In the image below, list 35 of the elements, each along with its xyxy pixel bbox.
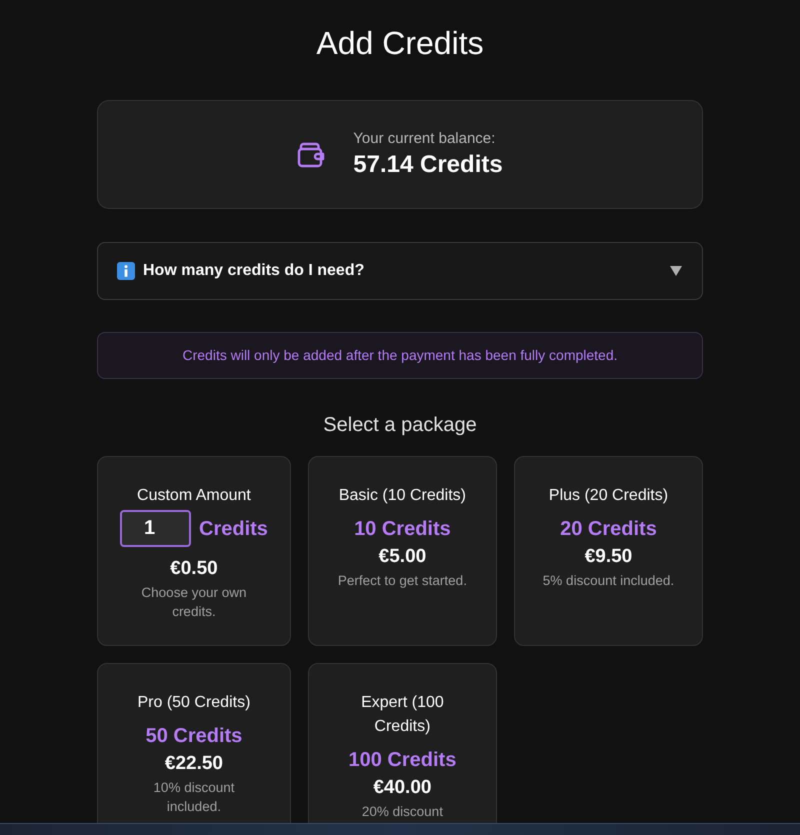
package-description: 10% discount included. bbox=[152, 779, 236, 816]
package-description: Perfect to get started. bbox=[336, 572, 468, 590]
payment-notice: Credits will only be added after the payment has been fully completed. bbox=[97, 332, 703, 380]
package-card[interactable]: Plus (20 Credits) 20 Credits €9.50 5% discount included. bbox=[514, 456, 703, 646]
package-credits: 10 Credits bbox=[353, 517, 452, 542]
wallet-icon bbox=[297, 140, 326, 169]
package-name: Pro (50 Credits) bbox=[136, 693, 252, 714]
credits-unit: Credits bbox=[199, 516, 268, 542]
package-name: Basic (10 Credits) bbox=[338, 486, 467, 506]
package-name: Plus (20 Credits) bbox=[548, 486, 670, 506]
package-price: €9.50 bbox=[584, 545, 634, 570]
caret-icon bbox=[670, 266, 682, 276]
package-card[interactable]: Basic (10 Credits) 10 Credits €5.00 Perfect to get started. bbox=[308, 456, 497, 646]
package-card[interactable]: Pro (50 Credits) 50 Credits €22.50 10% discount included. bbox=[97, 663, 291, 823]
package-name: Custom Amount bbox=[136, 486, 252, 506]
balance-label: Your current balance: bbox=[353, 130, 496, 148]
info-icon bbox=[117, 262, 135, 280]
package-description: 20% discount bbox=[360, 803, 444, 822]
faq-toggle[interactable]: How many credits do I need? bbox=[97, 242, 703, 300]
package-description: 5% discount included. bbox=[542, 572, 676, 590]
balance-value: 57.14 Credits bbox=[353, 150, 503, 180]
page-title: Add Credits bbox=[315, 24, 485, 62]
package-name: Expert (100 Credits) bbox=[360, 693, 445, 738]
package-credits: 100 Credits bbox=[348, 748, 458, 774]
package-price: €40.00 bbox=[372, 776, 432, 800]
package-description: Choose your own credits. bbox=[140, 584, 248, 622]
package-card[interactable]: Custom Amount 1 Credits €0.50 Choose your own credits. bbox=[97, 456, 291, 646]
package-card[interactable]: Expert (100 Credits) 100 Credits €40.00 20% discount bbox=[308, 663, 497, 823]
package-price: €5.00 bbox=[378, 545, 428, 570]
package-price: €0.50 bbox=[169, 557, 219, 582]
section-heading: Select a package bbox=[322, 413, 478, 438]
package-credits: 50 Credits bbox=[144, 724, 244, 750]
package-price: €22.50 bbox=[164, 752, 224, 776]
package-credits: 20 Credits bbox=[559, 517, 658, 542]
amount-field[interactable]: 1 bbox=[120, 510, 191, 548]
